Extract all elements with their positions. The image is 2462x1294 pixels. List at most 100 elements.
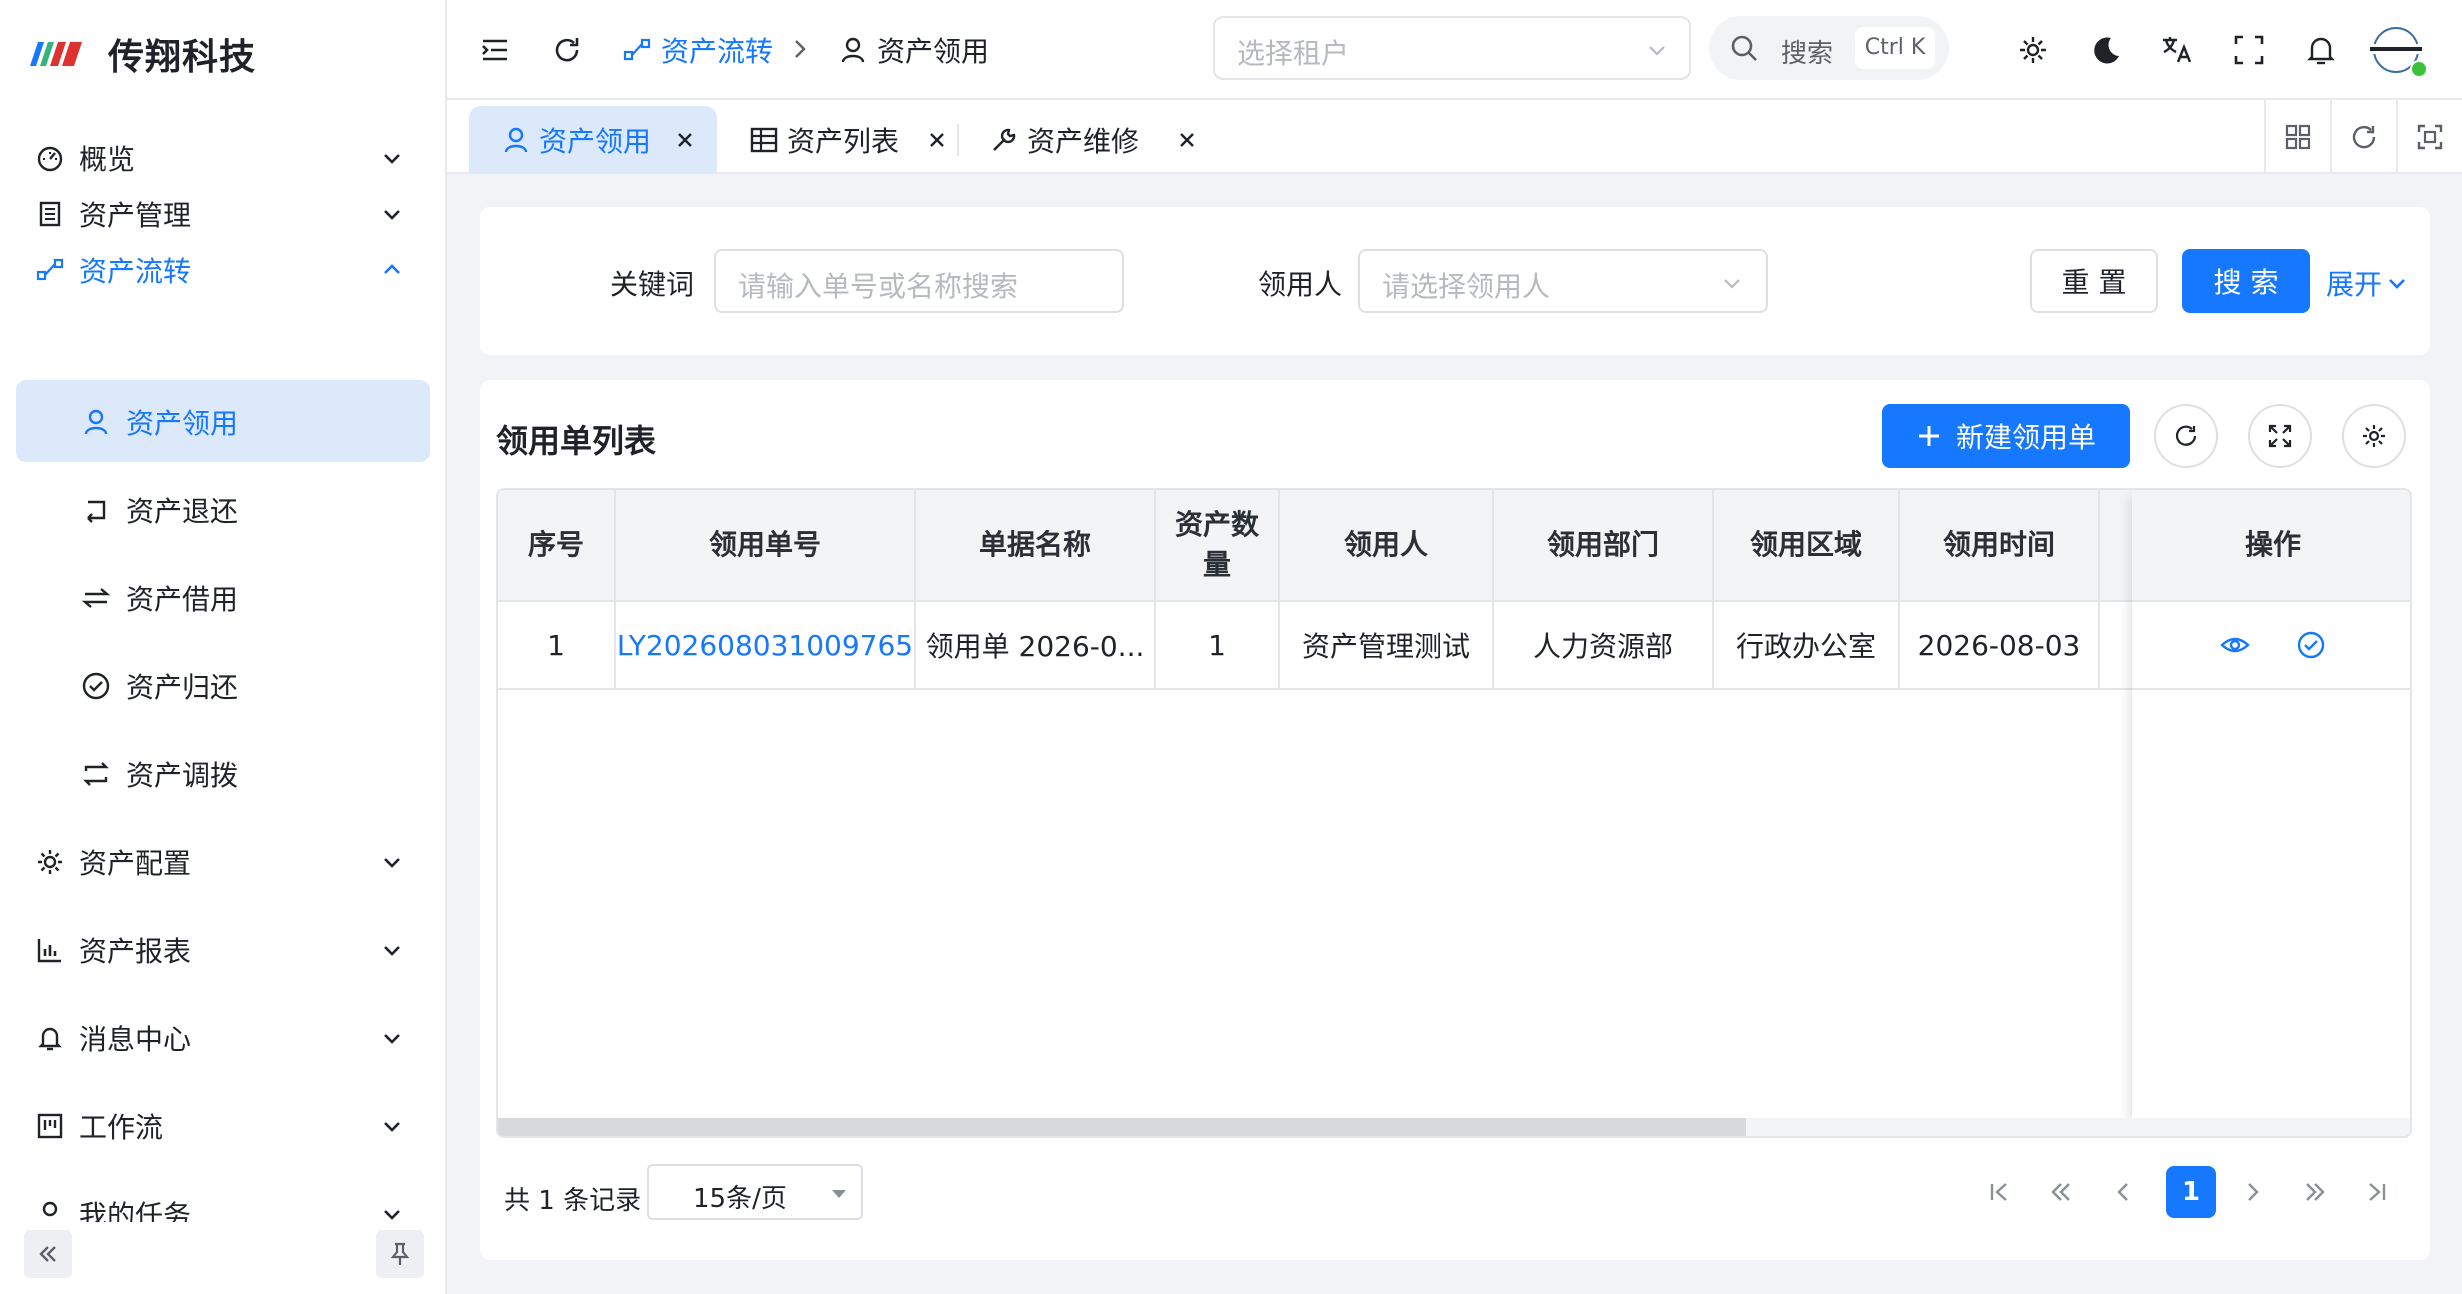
transfer-icon bbox=[83, 762, 109, 786]
column-header-label: 资产数量 bbox=[1174, 508, 1259, 581]
avatar[interactable] bbox=[2362, 16, 2430, 84]
sidebar-item-asset-flow[interactable]: 资产流转 bbox=[16, 228, 430, 310]
expand-toggle[interactable]: 展开 bbox=[2326, 263, 2408, 303]
close-icon[interactable] bbox=[927, 130, 947, 150]
last-page-button[interactable] bbox=[2352, 1166, 2402, 1218]
dashboard-icon bbox=[37, 146, 63, 172]
sidebar-item-asset-giveback[interactable]: 资产归还 bbox=[16, 644, 430, 726]
logo-icon bbox=[30, 42, 82, 66]
sidebar-item-message-center[interactable]: 消息中心 bbox=[16, 996, 430, 1078]
tab-maximize-button[interactable] bbox=[2396, 100, 2462, 174]
page-size-value: 15条/页 bbox=[693, 1184, 787, 1214]
wrench-icon bbox=[993, 128, 1016, 151]
tab-asset-repair[interactable]: 资产维修 bbox=[967, 106, 1207, 174]
sidebar-item-workflow[interactable]: 工作流 bbox=[16, 1084, 430, 1166]
sidebar-item-asset-report[interactable]: 资产报表 bbox=[16, 908, 430, 990]
gear-icon bbox=[2363, 425, 2385, 447]
column-header: 领用区域 bbox=[1714, 490, 1900, 602]
table-fullscreen-button[interactable] bbox=[2248, 404, 2312, 468]
tab-grid-button[interactable] bbox=[2264, 100, 2330, 174]
next-page-button[interactable] bbox=[2228, 1166, 2278, 1218]
column-header: 领用人 bbox=[1280, 490, 1494, 602]
search-button[interactable]: 搜 索 bbox=[2182, 249, 2310, 313]
new-requisition-button[interactable]: 新建领用单 bbox=[1882, 404, 2130, 468]
chevron-down-icon bbox=[384, 1122, 400, 1132]
column-header-label: 序号 bbox=[527, 528, 584, 561]
horizontal-scrollbar[interactable] bbox=[498, 1118, 2410, 1136]
chevron-right-icon bbox=[2248, 1183, 2259, 1201]
tab-divider bbox=[957, 124, 959, 156]
sidebar-item-label: 资产借用 bbox=[126, 583, 239, 616]
notification-bell-icon[interactable] bbox=[2303, 32, 2339, 68]
close-icon[interactable] bbox=[1177, 130, 1197, 150]
table-refresh-button[interactable] bbox=[2154, 404, 2218, 468]
chevron-down-icon bbox=[2389, 279, 2405, 289]
fullscreen-icon[interactable] bbox=[2231, 32, 2267, 68]
translate-icon[interactable] bbox=[2159, 32, 2195, 68]
breadcrumb-item[interactable]: 资产流转 bbox=[621, 30, 773, 70]
close-icon[interactable] bbox=[675, 130, 695, 150]
first-page-icon bbox=[1990, 1183, 2007, 1201]
sidebar-item-asset-borrow[interactable]: 资产借用 bbox=[16, 556, 430, 638]
approve-check-icon[interactable] bbox=[2295, 629, 2327, 661]
page-size-select[interactable]: 15条/页 bbox=[647, 1164, 863, 1220]
column-header: 领用部门 bbox=[1494, 490, 1714, 602]
last-page-icon bbox=[2369, 1183, 2386, 1201]
table-cell: 行政办公室 bbox=[1714, 602, 1900, 690]
bell-icon bbox=[38, 1027, 62, 1051]
column-header: 序号 bbox=[498, 490, 616, 602]
page-number-current[interactable]: 1 bbox=[2166, 1166, 2216, 1218]
tab-label: 资产领用 bbox=[539, 125, 652, 158]
column-header-label: 领用人 bbox=[1343, 528, 1428, 561]
breadcrumb-label: 资产流转 bbox=[661, 35, 774, 68]
logo[interactable]: 传翔科技 bbox=[28, 28, 256, 80]
collapse-sidebar-button[interactable] bbox=[24, 1230, 72, 1278]
search-icon bbox=[1731, 35, 1757, 61]
first-page-button[interactable] bbox=[1974, 1166, 2024, 1218]
table-cell: 1 bbox=[498, 602, 616, 690]
search-label: 搜 索 bbox=[2213, 266, 2279, 299]
operation-column: 操作 bbox=[2132, 490, 2410, 1136]
keyword-input[interactable]: 请输入单号或名称搜索 bbox=[714, 249, 1124, 313]
dark-mode-icon[interactable] bbox=[2087, 32, 2123, 68]
pin-sidebar-button[interactable] bbox=[376, 1230, 424, 1278]
chevron-down-icon bbox=[384, 154, 400, 164]
pin-icon bbox=[390, 1242, 410, 1265]
user-icon bbox=[504, 127, 528, 153]
column-header-label: 领用时间 bbox=[1942, 528, 2055, 561]
prev-page-button[interactable] bbox=[2098, 1166, 2148, 1218]
reset-button[interactable]: 重 置 bbox=[2030, 249, 2158, 313]
column-header-label: 领用单号 bbox=[708, 528, 821, 561]
settings-icon[interactable] bbox=[2015, 32, 2051, 68]
sidebar-item-asset-requisition[interactable]: 资产领用 bbox=[16, 380, 430, 462]
table-cell: 1 bbox=[1156, 602, 1280, 690]
global-search[interactable]: 搜索 Ctrl K bbox=[1709, 16, 1949, 80]
sidebar-item-asset-transfer[interactable]: 资产调拨 bbox=[16, 732, 430, 814]
refresh-icon bbox=[2352, 125, 2376, 149]
maximize-icon bbox=[2417, 124, 2443, 150]
chevron-down-icon bbox=[384, 858, 400, 868]
refresh-icon[interactable] bbox=[549, 32, 585, 68]
document-icon bbox=[39, 201, 61, 227]
tab-asset-requisition[interactable]: 资产领用 bbox=[469, 106, 717, 174]
requisition-number-link[interactable]: LY202608031009765 bbox=[616, 602, 916, 690]
table-settings-button[interactable] bbox=[2342, 404, 2406, 468]
user-placeholder: 请选择领用人 bbox=[1382, 270, 1551, 303]
user-select[interactable]: 请选择领用人 bbox=[1358, 249, 1768, 313]
scrollbar-thumb[interactable] bbox=[498, 1118, 1746, 1136]
prev-group-button[interactable] bbox=[2036, 1166, 2086, 1218]
menu-toggle-icon[interactable] bbox=[477, 32, 513, 68]
tenant-select[interactable]: 选择租户 bbox=[1213, 16, 1691, 80]
tab-bar: 资产领用 资产列表 资产维修 bbox=[447, 100, 2462, 174]
next-group-button[interactable] bbox=[2290, 1166, 2340, 1218]
user-label: 领用人 bbox=[1258, 268, 1343, 301]
tab-refresh-button[interactable] bbox=[2330, 100, 2396, 174]
view-eye-icon[interactable] bbox=[2219, 629, 2251, 661]
sidebar-item-asset-return[interactable]: 资产退还 bbox=[16, 468, 430, 550]
tab-asset-list[interactable]: 资产列表 bbox=[727, 106, 957, 174]
keyword-placeholder: 请输入单号或名称搜索 bbox=[738, 270, 1019, 303]
table-cell-spacer bbox=[2100, 602, 2134, 690]
sidebar-item-asset-config[interactable]: 资产配置 bbox=[16, 820, 430, 902]
search-shortcut: Ctrl K bbox=[1855, 27, 1935, 69]
bar-chart-icon bbox=[37, 939, 61, 963]
